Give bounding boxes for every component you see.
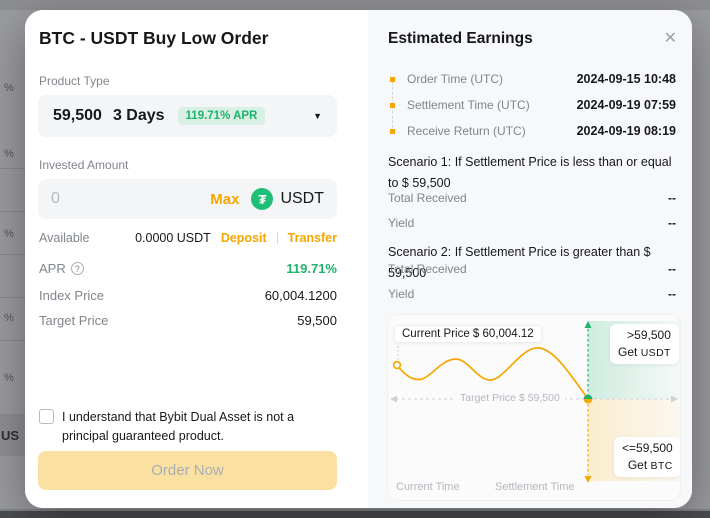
link-divider bbox=[277, 232, 278, 244]
apr-badge: 119.71% APR bbox=[178, 107, 266, 125]
timeline-row: Order Time (UTC) 2024-09-15 10:48 bbox=[390, 66, 676, 92]
order-now-button[interactable]: Order Now bbox=[38, 451, 337, 490]
above-get-label: Get bbox=[618, 345, 637, 359]
background-table-fragment: % bbox=[4, 312, 14, 324]
product-strike-price: 59,500 bbox=[53, 107, 102, 125]
index-price-row: Index Price 60,004.1200 bbox=[39, 288, 337, 303]
index-price-label: Index Price bbox=[39, 288, 104, 303]
scenario-1-yield-row: Yield -- bbox=[388, 216, 676, 230]
estimated-earnings-panel: Estimated Earnings ✕ Order Time (UTC) 20… bbox=[368, 10, 692, 508]
target-price-label: Target Price bbox=[39, 313, 108, 328]
help-icon[interactable]: ? bbox=[71, 262, 84, 275]
usdt-coin-icon: ₮ bbox=[251, 188, 273, 210]
scenario-1-total-received-row: Total Received -- bbox=[388, 191, 676, 205]
deposit-link[interactable]: Deposit bbox=[221, 231, 267, 245]
target-price-chart-label: Target Price $ 59,500 bbox=[455, 392, 565, 404]
total-received-label: Total Received bbox=[388, 262, 467, 276]
background-table-fragment: % bbox=[4, 228, 14, 240]
x-axis-settlement-time: Settlement Time bbox=[495, 481, 574, 493]
target-price-value: 59,500 bbox=[297, 313, 337, 328]
settlement-time-label: Settlement Time (UTC) bbox=[407, 98, 530, 112]
order-form-panel: BTC - USDT Buy Low Order Product Type 59… bbox=[25, 10, 368, 508]
background-row-divider bbox=[0, 211, 25, 212]
yield-value: -- bbox=[668, 216, 676, 230]
below-get-label: Get bbox=[628, 458, 647, 472]
background-partial-text: US bbox=[1, 428, 19, 443]
chevron-down-icon: ▼ bbox=[313, 111, 322, 121]
scenario-1-title: Scenario 1: If Settlement Price is less … bbox=[388, 152, 676, 193]
timeline-row: Receive Return (UTC) 2024-09-19 08:19 bbox=[390, 118, 676, 144]
disclaimer-text: I understand that Bybit Dual Asset is no… bbox=[62, 408, 339, 446]
background-footer-bar bbox=[0, 511, 710, 518]
yield-label: Yield bbox=[388, 287, 414, 301]
amount-input[interactable] bbox=[51, 190, 210, 208]
index-price-value: 60,004.1200 bbox=[265, 288, 337, 303]
currency-label: USDT bbox=[280, 190, 324, 208]
above-asset: USDT bbox=[641, 347, 671, 359]
background-table-fragment: % bbox=[4, 372, 14, 384]
timeline-bullet bbox=[390, 77, 395, 82]
product-type-dropdown[interactable]: 59,500 3 Days 119.71% APR ▼ bbox=[38, 95, 337, 137]
total-received-label: Total Received bbox=[388, 191, 467, 205]
product-type-label: Product Type bbox=[39, 74, 110, 88]
order-timeline: Order Time (UTC) 2024-09-15 10:48 Settle… bbox=[390, 66, 676, 144]
apr-value: 119.71% bbox=[286, 261, 337, 276]
above-condition: >59,500 bbox=[618, 327, 671, 344]
screen: % % % % % US BTC - USDT Buy Low Order Pr… bbox=[0, 0, 710, 518]
scenario-2-yield-row: Yield -- bbox=[388, 287, 676, 301]
available-value: 0.0000 USDT bbox=[135, 231, 211, 245]
background-top-strip bbox=[0, 0, 710, 10]
max-button[interactable]: Max bbox=[210, 191, 239, 208]
available-balance-row: Available 0.0000 USDT Deposit Transfer bbox=[39, 231, 337, 245]
close-icon[interactable]: ✕ bbox=[664, 28, 677, 48]
yield-label: Yield bbox=[388, 216, 414, 230]
payoff-above-label: >59,500 Get USDT bbox=[610, 324, 679, 364]
dual-asset-order-modal: BTC - USDT Buy Low Order Product Type 59… bbox=[25, 10, 692, 508]
scenario-2-total-received-row: Total Received -- bbox=[388, 262, 676, 276]
available-label: Available bbox=[39, 231, 90, 245]
payoff-below-label: <=59,500 Get BTC bbox=[614, 437, 680, 477]
background-table-fragment: % bbox=[4, 148, 14, 160]
current-price-label: Current Price $ 60,004.12 bbox=[394, 325, 542, 343]
below-asset: BTC bbox=[651, 460, 673, 472]
payoff-chart: Current Price $ 60,004.12 Target Price $… bbox=[388, 315, 680, 500]
timeline-bullet bbox=[390, 103, 395, 108]
timeline-bullet bbox=[390, 129, 395, 134]
order-time-value: 2024-09-15 10:48 bbox=[577, 72, 676, 86]
target-price-row: Target Price 59,500 bbox=[39, 313, 337, 328]
background-row-divider bbox=[0, 254, 25, 255]
total-received-value: -- bbox=[668, 262, 676, 276]
background-row-divider bbox=[0, 297, 25, 298]
apr-label: APR bbox=[39, 261, 66, 276]
x-axis-current-time: Current Time bbox=[396, 481, 460, 493]
background-row-divider bbox=[0, 168, 25, 169]
disclaimer-row: I understand that Bybit Dual Asset is no… bbox=[39, 408, 339, 446]
modal-title: BTC - USDT Buy Low Order bbox=[39, 28, 268, 49]
earnings-title: Estimated Earnings bbox=[388, 30, 533, 48]
background-table-fragment: % bbox=[4, 82, 14, 94]
background-row-divider bbox=[0, 340, 25, 341]
order-time-label: Order Time (UTC) bbox=[407, 72, 503, 86]
apr-row: APR ? 119.71% bbox=[39, 261, 337, 276]
yield-value: -- bbox=[668, 287, 676, 301]
timeline-row: Settlement Time (UTC) 2024-09-19 07:59 bbox=[390, 92, 676, 118]
receive-return-label: Receive Return (UTC) bbox=[407, 124, 526, 138]
settlement-time-value: 2024-09-19 07:59 bbox=[577, 98, 676, 112]
invested-amount-field: Max ₮ USDT bbox=[38, 179, 337, 219]
total-received-value: -- bbox=[668, 191, 676, 205]
below-condition: <=59,500 bbox=[622, 440, 673, 457]
transfer-link[interactable]: Transfer bbox=[288, 231, 337, 245]
disclaimer-checkbox[interactable] bbox=[39, 409, 54, 424]
receive-return-value: 2024-09-19 08:19 bbox=[577, 124, 676, 138]
product-term: 3 Days bbox=[113, 107, 165, 125]
invested-amount-label: Invested Amount bbox=[39, 158, 128, 172]
